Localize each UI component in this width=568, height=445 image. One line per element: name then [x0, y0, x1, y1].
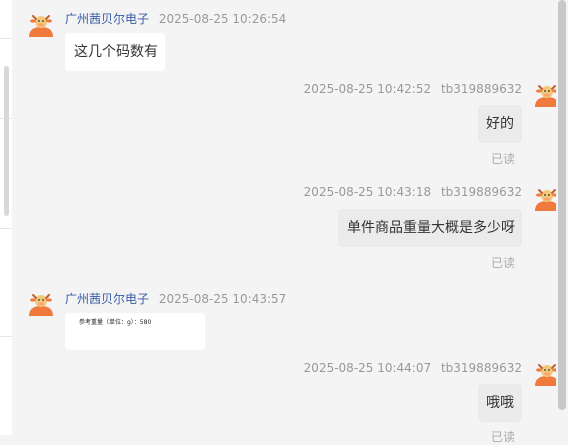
message-meta: 2025-08-25 10:42:52 tb319889632: [304, 82, 522, 96]
chat-message-area: 广州茜贝尔电子 2025-08-25 10:26:54 这几个码数有 2025-…: [12, 0, 559, 444]
seller-avatar-icon[interactable]: [26, 289, 56, 319]
chat-scrollbar[interactable]: [556, 0, 568, 435]
message-meta: 2025-08-25 10:44:07 tb319889632: [304, 361, 522, 375]
sender-name: 广州茜贝尔电子: [65, 12, 150, 26]
buyer-name: tb319889632: [440, 82, 522, 96]
read-status: 已读: [491, 256, 516, 270]
read-status: 已读: [491, 152, 516, 166]
left-scrollbar[interactable]: [4, 66, 9, 216]
message-timestamp: 2025-08-25 10:42:52: [303, 82, 432, 96]
message-timestamp: 2025-08-25 10:44:07: [303, 361, 432, 375]
read-status: 已读: [491, 430, 516, 444]
conversation-list-edge: [0, 0, 12, 435]
message-bubble: 好的: [478, 105, 522, 143]
message-bubble: 哦哦: [478, 384, 522, 422]
buyer-name: tb319889632: [440, 361, 522, 375]
message-timestamp: 2025-08-25 10:26:54: [158, 12, 287, 26]
chat-scrollbar-thumb[interactable]: [558, 0, 566, 410]
sender-name: 广州茜贝尔电子: [65, 292, 150, 306]
message-meta: 广州茜贝尔电子 2025-08-25 10:26:54: [65, 10, 286, 27]
message-meta: 2025-08-25 10:43:18 tb319889632: [304, 185, 522, 199]
message-timestamp: 2025-08-25 10:43:57: [158, 292, 287, 306]
message-bubble: 这几个码数有: [65, 33, 165, 71]
message-bubble: 单件商品重量大概是多少呀: [338, 209, 522, 247]
seller-avatar-icon[interactable]: [26, 10, 56, 40]
image-caption-text: 参考重量（单位：g）：580: [79, 319, 152, 326]
image-message[interactable]: 参考重量（单位：g）：580: [65, 313, 205, 350]
message-timestamp: 2025-08-25 10:43:18: [303, 185, 432, 199]
message-meta: 广州茜贝尔电子 2025-08-25 10:43:57: [65, 290, 286, 307]
buyer-name: tb319889632: [440, 185, 522, 199]
